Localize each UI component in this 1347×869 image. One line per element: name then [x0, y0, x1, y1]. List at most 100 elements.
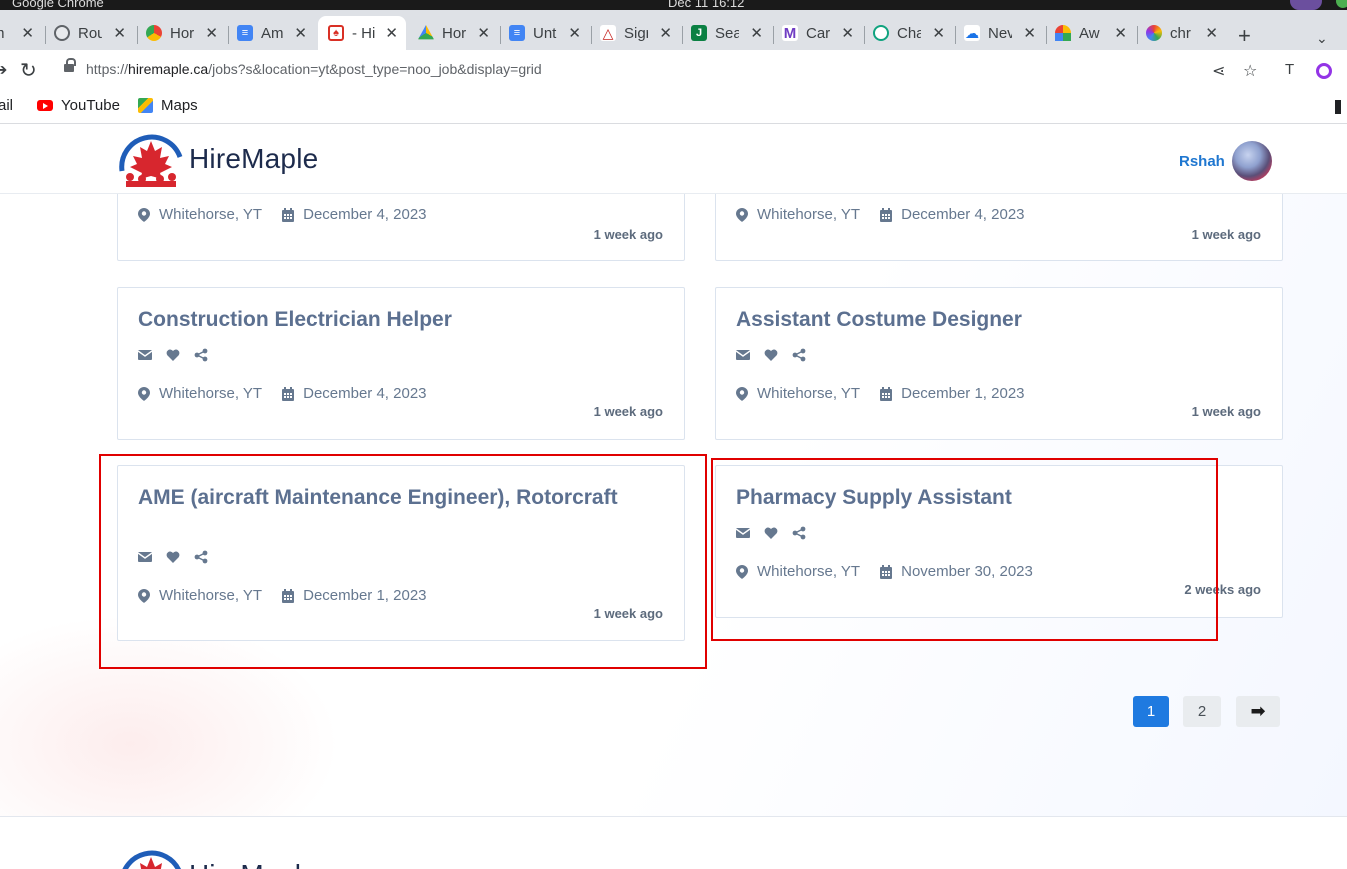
share-icon[interactable] — [194, 348, 208, 362]
tab-divider — [500, 26, 501, 44]
job-card[interactable]: Assistant Costume Designer Whitehorse, Y… — [715, 287, 1283, 440]
status-dot-icon[interactable] — [1336, 0, 1347, 8]
close-icon[interactable]: ✕ — [1114, 24, 1127, 42]
close-icon[interactable]: ✕ — [750, 24, 763, 42]
chevron-down-icon[interactable]: ⌄ — [1316, 30, 1328, 47]
job-title-link[interactable]: Assistant Costume Designer — [736, 308, 1256, 332]
heart-icon[interactable] — [764, 348, 778, 362]
close-icon[interactable]: ✕ — [113, 24, 126, 42]
close-icon[interactable]: ✕ — [1205, 24, 1218, 42]
tab-0[interactable]: m ✕ — [0, 18, 38, 48]
extension-color-icon[interactable] — [1316, 63, 1332, 79]
close-icon[interactable]: ✕ — [294, 24, 307, 42]
calendar-icon — [880, 207, 893, 222]
bookmark-maps[interactable]: Maps — [138, 97, 198, 114]
tab-divider — [45, 26, 46, 44]
job-location: Whitehorse, YT — [757, 206, 861, 223]
page-2-button[interactable]: 2 — [1183, 696, 1221, 727]
tab-11[interactable]: ☁ Nev ✕ — [964, 18, 1042, 48]
job-card[interactable]: Construction Electrician Helper Whitehor… — [117, 287, 685, 440]
job-location: Whitehorse, YT — [757, 563, 861, 580]
tab-4-active[interactable]: ♠ - Hi ✕ — [318, 16, 406, 50]
tab-6[interactable]: ≡ Unt ✕ — [509, 18, 587, 48]
page-1-button[interactable]: 1 — [1133, 696, 1169, 727]
heart-icon[interactable] — [166, 550, 180, 564]
reload-icon[interactable]: ↻ — [20, 58, 37, 83]
job-title-link[interactable]: Pharmacy Supply Assistant — [736, 486, 1256, 510]
tab-13-label: chr — [1170, 24, 1191, 42]
bookmark-youtube[interactable]: YouTube — [37, 97, 120, 114]
job-date: December 4, 2023 — [303, 206, 427, 223]
close-icon[interactable]: ✕ — [659, 24, 672, 42]
m-icon: M — [782, 24, 798, 42]
extension-t-icon[interactable]: T — [1285, 61, 1294, 78]
next-page-button[interactable]: ➡ — [1236, 696, 1280, 727]
tab-2[interactable]: Hor ✕ — [146, 18, 224, 48]
tab-3[interactable]: ≡ Am ✕ — [237, 18, 313, 48]
brand-name[interactable]: HireMaple — [189, 143, 318, 175]
forward-icon[interactable]: ➔ — [0, 60, 7, 80]
close-icon[interactable]: ✕ — [568, 24, 581, 42]
envelope-icon[interactable] — [736, 348, 750, 362]
close-icon[interactable]: ✕ — [21, 24, 34, 42]
bookmark-gmail[interactable]: ail — [0, 97, 13, 114]
job-meta: Whitehorse, YT December 4, 2023 — [138, 206, 427, 223]
job-card[interactable]: Whitehorse, YT December 4, 2023 1 week a… — [117, 194, 685, 261]
job-posted-ago: 1 week ago — [593, 606, 663, 621]
new-tab-icon[interactable]: + — [1238, 25, 1251, 47]
close-icon[interactable]: ✕ — [385, 24, 398, 42]
map-pin-icon — [138, 386, 150, 401]
lock-icon[interactable] — [64, 58, 76, 74]
close-icon[interactable]: ✕ — [841, 24, 854, 42]
tab-1[interactable]: Rou ✕ — [54, 18, 132, 48]
cloud-icon: ☁ — [964, 24, 980, 41]
close-icon[interactable]: ✕ — [932, 24, 945, 42]
hiremaple-logo-icon[interactable] — [116, 131, 186, 189]
maps-icon — [138, 98, 153, 113]
tab-10[interactable]: Cha ✕ — [873, 18, 951, 48]
url-text[interactable]: https://hiremaple.ca/jobs?s&location=yt&… — [86, 61, 542, 77]
envelope-icon[interactable] — [138, 348, 152, 362]
close-icon[interactable]: ✕ — [477, 24, 490, 42]
share-icon[interactable] — [792, 348, 806, 362]
tab-13[interactable]: chr ✕ — [1146, 18, 1224, 48]
hiremaple-logo-icon[interactable] — [116, 847, 186, 869]
close-icon[interactable]: ✕ — [205, 24, 218, 42]
os-app-name: Google Chrome — [12, 0, 104, 10]
tab-3-label: Am — [261, 24, 284, 42]
address-bar[interactable]: https://hiremaple.ca/jobs?s&location=yt&… — [52, 54, 1272, 86]
heart-icon[interactable] — [166, 348, 180, 362]
tab-5[interactable]: Hor ✕ — [418, 18, 496, 48]
user-name-link[interactable]: Rshah — [1179, 153, 1225, 170]
share-icon[interactable]: ⋖ — [1212, 61, 1225, 81]
tab-divider — [682, 26, 683, 44]
envelope-icon[interactable] — [138, 550, 152, 564]
heart-icon[interactable] — [764, 526, 778, 540]
tab-8[interactable]: J Sea ✕ — [691, 18, 769, 48]
job-title-link[interactable]: AME (aircraft Maintenance Engineer), Rot… — [138, 486, 658, 510]
job-card[interactable]: AME (aircraft Maintenance Engineer), Rot… — [117, 465, 685, 641]
os-clock[interactable]: Dec 11 16:12 — [668, 0, 744, 10]
envelope-icon[interactable] — [736, 526, 750, 540]
bookmark-folder-icon[interactable] — [1335, 100, 1341, 114]
avatar[interactable] — [1232, 141, 1272, 181]
tab-4-label: - Hi — [352, 24, 376, 42]
tab-9[interactable]: M Car ✕ — [782, 18, 860, 48]
star-icon[interactable]: ☆ — [1243, 61, 1257, 81]
job-actions — [736, 348, 806, 362]
tab-12[interactable]: Aw ✕ — [1055, 18, 1133, 48]
tab-divider — [773, 26, 774, 44]
map-pin-icon — [736, 207, 748, 222]
job-card[interactable]: Pharmacy Supply Assistant Whitehorse, YT… — [715, 465, 1283, 618]
share-icon[interactable] — [792, 526, 806, 540]
tab-5-label: Hor — [442, 24, 466, 42]
tab-1-label: Rou — [78, 24, 102, 42]
job-title-link[interactable]: Construction Electrician Helper — [138, 308, 658, 332]
tab-divider — [864, 26, 865, 44]
job-card[interactable]: Whitehorse, YT December 4, 2023 1 week a… — [715, 194, 1283, 261]
tab-7[interactable]: △ Sigr ✕ — [600, 18, 678, 48]
close-icon[interactable]: ✕ — [1023, 24, 1036, 42]
pen-indicator-icon[interactable] — [1290, 0, 1322, 10]
tab-0-label: m — [0, 25, 8, 42]
share-icon[interactable] — [194, 550, 208, 564]
